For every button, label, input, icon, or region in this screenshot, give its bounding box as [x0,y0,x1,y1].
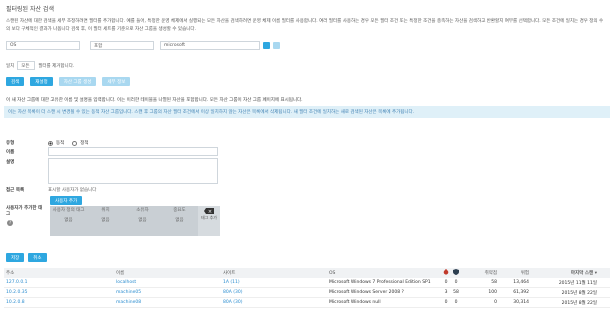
save-button[interactable]: 저장 [6,253,25,262]
cell-site[interactable]: 80A (30) [223,290,329,295]
cell-risk: 30,314 [513,300,529,305]
static-radio[interactable] [72,140,78,146]
attribute-panel: 사용자 정의 태그 없음 위치 없음 소유자 없음 중요도 없음 × 태그 추가 [50,206,220,236]
description-label: 설명 [6,160,15,165]
col-last-scan[interactable]: 마지막 스캔 ▾ [529,270,601,276]
add-filter-button[interactable] [263,42,270,49]
cell-risk: 13,464 [513,280,529,285]
col-name[interactable]: 이름 [116,270,223,276]
attr-location: 위치 없음 [101,208,110,223]
filter-row: OS 포함 microsoft [6,40,280,51]
access-list-label: 접근 목록 [6,188,25,193]
group-description: 이 새 자산 그룹에 대한 고유한 이름 및 설명을 입력합니다. 이는 이러한… [6,98,303,103]
cell-malware: 0 [444,280,448,285]
page-description: 스캔된 자산에 대한 검색을 세부 조정하려면 필터를 추가합니다. 예를 들어… [6,19,604,32]
remove-filter-button[interactable] [273,42,280,49]
cell-malware: 0 [444,300,448,305]
cell-vulnerabilities: 0 [494,300,497,305]
name-label: 이름 [6,150,15,155]
search-button[interactable]: 검색 [6,77,25,86]
type-options: 동적 정적 [48,140,89,146]
cancel-button[interactable]: 취소 [28,253,47,262]
cell-vulnerabilities: 100 [488,290,497,295]
table-header: 주소 이름 사이트 OS 취약점 위험 마지막 스캔 ▾ [4,268,610,278]
svg-text:×: × [208,209,212,214]
create-group-button[interactable]: 자산 그룹 생성 [58,77,97,86]
col-address[interactable]: 주소 [4,270,116,276]
col-risk[interactable]: 위험 [497,270,529,276]
attr-custom-tag: 사용자 정의 태그 없음 [52,208,85,223]
cell-os: Microsoft Windows null [329,300,381,305]
cell-exploit: 0 [454,300,458,305]
add-user-button[interactable]: 사용자 추가 [50,196,83,205]
malware-icon [443,269,449,275]
match-prefix: 일치 [6,63,15,69]
asset-table: 주소 이름 사이트 OS 취약점 위험 마지막 스캔 ▾ 127.0.0.1 l… [4,268,610,308]
cell-last-scan: 2015년 8월 22일 [561,300,597,306]
table-row[interactable]: 10.2.0.35 machine05 80A (30) Microsoft W… [4,288,610,298]
col-exploit[interactable] [451,269,461,277]
match-row: 일치 모든 필터를 제거합니다. [6,61,74,70]
col-vulnerabilities[interactable]: 취약점 [461,270,497,276]
access-list-value: 표시할 사용자가 없습니다 [48,188,97,193]
info-banner: 이는 자산 목록이 더 스캔 시 변경될 수 있는 동적 자산 그룹입니다. 스… [4,106,610,118]
dynamic-label: 동적 [56,141,65,146]
reset-button[interactable]: 재설정 [30,77,53,86]
cell-address[interactable]: 10.2.0.35 [4,290,116,295]
cell-name[interactable]: machine05 [116,290,223,295]
cell-os: Microsoft Windows Server 2008 ? [329,290,404,295]
cell-site[interactable]: 1A (11) [223,280,329,285]
dynamic-radio[interactable] [48,140,53,146]
col-site[interactable]: 사이트 [223,270,329,276]
cell-address[interactable]: 10.2.0.8 [4,300,116,305]
sort-desc-icon: ▾ [594,271,597,276]
page-title: 필터링된 자산 검색 [6,6,54,13]
col-os[interactable]: OS [329,271,441,276]
table-row[interactable]: 127.0.0.1 localhost 1A (11) Microsoft Wi… [4,278,610,288]
filter-operator-select[interactable]: 포함 [90,41,154,50]
cell-exploit: 58 [453,290,459,295]
tag-icon: × [204,208,214,214]
cell-name[interactable]: localhost [116,280,223,285]
cell-vulnerabilities: 58 [491,280,497,285]
cell-risk: 61,392 [513,290,529,295]
cell-name[interactable]: machine08 [116,300,223,305]
match-select[interactable]: 모든 [17,61,36,70]
name-input[interactable] [48,147,218,156]
cell-malware: 3 [444,290,448,295]
description-textarea[interactable] [48,158,218,184]
static-label: 정적 [80,141,89,146]
details-button[interactable]: 세부 정보 [102,77,131,86]
attr-criticality: 중요도 없음 [173,208,186,223]
cell-os: Microsoft Windows 7 Professional Edition… [329,280,431,285]
col-malware[interactable] [441,269,451,277]
type-label: 유형 [6,141,15,146]
cell-last-scan: 2015년 11월 11일 [558,280,597,286]
shield-icon [453,269,459,275]
filter-field-select[interactable]: OS [6,41,80,50]
form-actions: 저장 취소 [6,253,47,262]
add-tag-button[interactable]: × 태그 추가 [198,206,220,236]
filter-value-input[interactable]: microsoft [160,41,260,50]
cell-address[interactable]: 127.0.0.1 [4,280,116,285]
tags-label: 사용자가 추가한 태그 [6,206,43,217]
cell-last-scan: 2015년 8월 22일 [561,290,597,296]
cell-exploit: 0 [454,280,458,285]
cell-site[interactable]: 80A (30) [223,300,329,305]
match-suffix: 필터를 제거합니다. [38,63,75,69]
table-row[interactable]: 10.2.0.8 machine08 80A (30) Microsoft Wi… [4,298,610,308]
filter-actions: 검색 재설정 자산 그룹 생성 세부 정보 [6,77,131,86]
help-icon[interactable]: ? [7,220,13,226]
attr-owner: 소유자 없음 [136,208,149,223]
